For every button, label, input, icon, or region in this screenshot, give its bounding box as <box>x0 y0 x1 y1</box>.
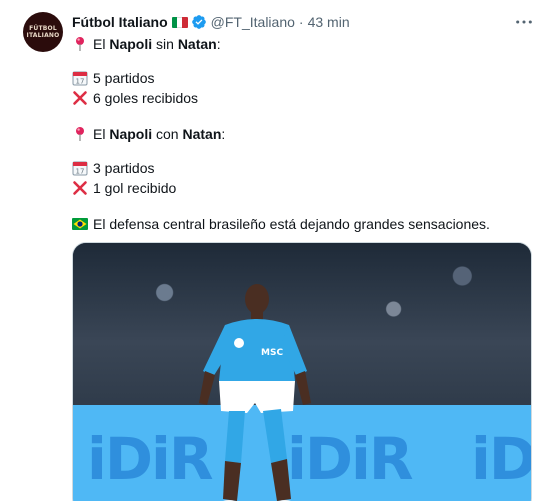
cross-mark-icon <box>72 180 88 196</box>
line1-text-b: sin <box>152 36 178 52</box>
avatar[interactable]: FÚTBOL ITALIANO <box>23 12 63 52</box>
line7-text: El defensa central brasileño está dejand… <box>93 216 490 232</box>
line4-text-b: con <box>152 126 183 142</box>
line1-colon: : <box>216 36 221 52</box>
shirt-sponsor: MSC <box>261 348 283 358</box>
player-figure: MSC <box>199 284 311 501</box>
line1-natan: Natan <box>177 36 217 52</box>
more-options-icon[interactable] <box>514 13 534 31</box>
line3-text: 6 goles recibidos <box>93 90 199 106</box>
tweet-line-1: El Napoli sin Natan: <box>72 34 534 54</box>
italy-flag-icon <box>171 16 188 28</box>
tweet-line-4: El Napoli con Natan: <box>72 124 534 144</box>
cross-mark-icon <box>72 90 88 106</box>
tweet-card[interactable]: FÚTBOL ITALIANO Fútbol Italiano @FT_Ital… <box>0 0 552 501</box>
calendar-icon: 17 <box>72 160 88 176</box>
tweet-line-7: El defensa central brasileño está dejand… <box>72 214 534 234</box>
tweet-line-6: 1 gol recibido <box>72 178 534 198</box>
line4-colon: : <box>221 126 226 142</box>
tweet-photo[interactable]: iDiR iDiR iDiR MSC <box>72 242 532 501</box>
calendar-day: 17 <box>76 78 85 86</box>
board-logo-1: iDiR <box>87 425 214 493</box>
author-handle[interactable]: @FT_Italiano <box>211 14 295 30</box>
avatar-logo-text-1: FÚTBOL <box>29 25 57 32</box>
tweet-timestamp[interactable]: 43 min <box>308 14 350 30</box>
tweet-header: Fútbol Italiano @FT_Italiano · 43 min <box>72 13 350 31</box>
tweet-line-5: 17 3 partidos <box>72 158 534 178</box>
line4-text-a: El <box>93 126 110 142</box>
header-separator: · <box>298 14 304 30</box>
line6-text: 1 gol recibido <box>93 180 177 196</box>
tweet-line-2: 17 5 partidos <box>72 68 534 88</box>
line4-napoli: Napoli <box>109 126 153 142</box>
line1-text-a: El <box>93 36 110 52</box>
calendar-day: 17 <box>76 168 85 176</box>
line2-text: 5 partidos <box>93 70 155 86</box>
avatar-logo-text-2: ITALIANO <box>26 32 60 39</box>
line1-napoli: Napoli <box>109 36 153 52</box>
brazil-flag-icon <box>72 216 88 232</box>
verified-badge-icon <box>191 14 207 30</box>
round-pushpin-icon <box>72 36 88 52</box>
round-pushpin-icon <box>72 126 88 142</box>
line4-natan: Natan <box>182 126 222 142</box>
board-logo-3: iDiR <box>471 425 532 493</box>
tweet-line-3: 6 goles recibidos <box>72 88 534 108</box>
tweet-text: El Napoli sin Natan: 17 5 partidos 6 gol… <box>72 34 534 234</box>
line5-text: 3 partidos <box>93 160 155 176</box>
calendar-icon: 17 <box>72 70 88 86</box>
author-name[interactable]: Fútbol Italiano <box>72 14 168 30</box>
